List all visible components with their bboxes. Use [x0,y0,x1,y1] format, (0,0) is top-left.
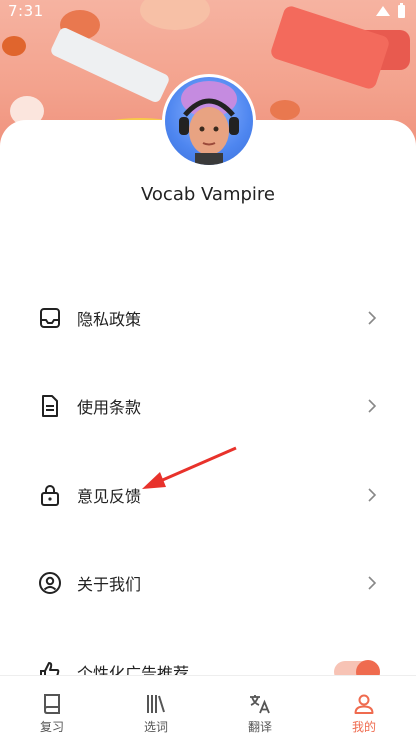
chevron-right-icon [368,311,377,325]
nav-label: 我的 [351,720,376,734]
bottom-nav: 复习 选词 翻译 我的 [0,675,416,742]
menu-item-feedback[interactable]: 意见反馈 [0,467,416,523]
decor-blob [270,100,300,120]
status-time: 7:31 [8,2,44,20]
signal-icon [376,6,390,16]
username: Vocab Vampire [141,184,275,205]
nav-item-translate[interactable]: 翻译 [208,676,312,742]
chevron-right-icon [368,488,377,502]
menu-item-label: 使用条款 [77,398,142,417]
lock-icon [41,485,59,506]
person-icon [354,694,374,714]
nav-item-review[interactable]: 复习 [0,676,104,742]
document-icon [42,395,58,417]
status-bar: 7:31 [0,0,416,24]
avatar[interactable] [165,77,253,165]
battery-icon [398,3,405,18]
chevron-right-icon [368,576,377,590]
menu-item-label: 隐私政策 [77,310,142,329]
nav-label: 复习 [39,720,64,734]
avatar-illustration [179,81,239,165]
menu-item-terms-of-use[interactable]: 使用条款 [0,378,416,434]
menu-item-label: 关于我们 [77,575,142,594]
chevron-right-icon [368,399,377,413]
decor-blob [2,36,26,56]
books-icon [147,695,165,713]
inbox-icon [40,308,60,328]
nav-item-select-words[interactable]: 选词 [104,676,208,742]
decor-plane [49,26,171,104]
nav-item-profile[interactable]: 我的 [312,676,416,742]
menu-item-label: 意见反馈 [77,487,142,506]
book-icon [44,694,60,714]
nav-label: 翻译 [247,720,272,734]
status-icons [375,3,406,19]
translate-icon [250,695,270,714]
user-circle-icon [39,572,61,594]
avatar-ring [162,74,256,168]
menu-item-privacy-policy[interactable]: 隐私政策 [0,290,416,346]
nav-label: 选词 [143,720,168,734]
menu-item-about-us[interactable]: 关于我们 [0,555,416,611]
